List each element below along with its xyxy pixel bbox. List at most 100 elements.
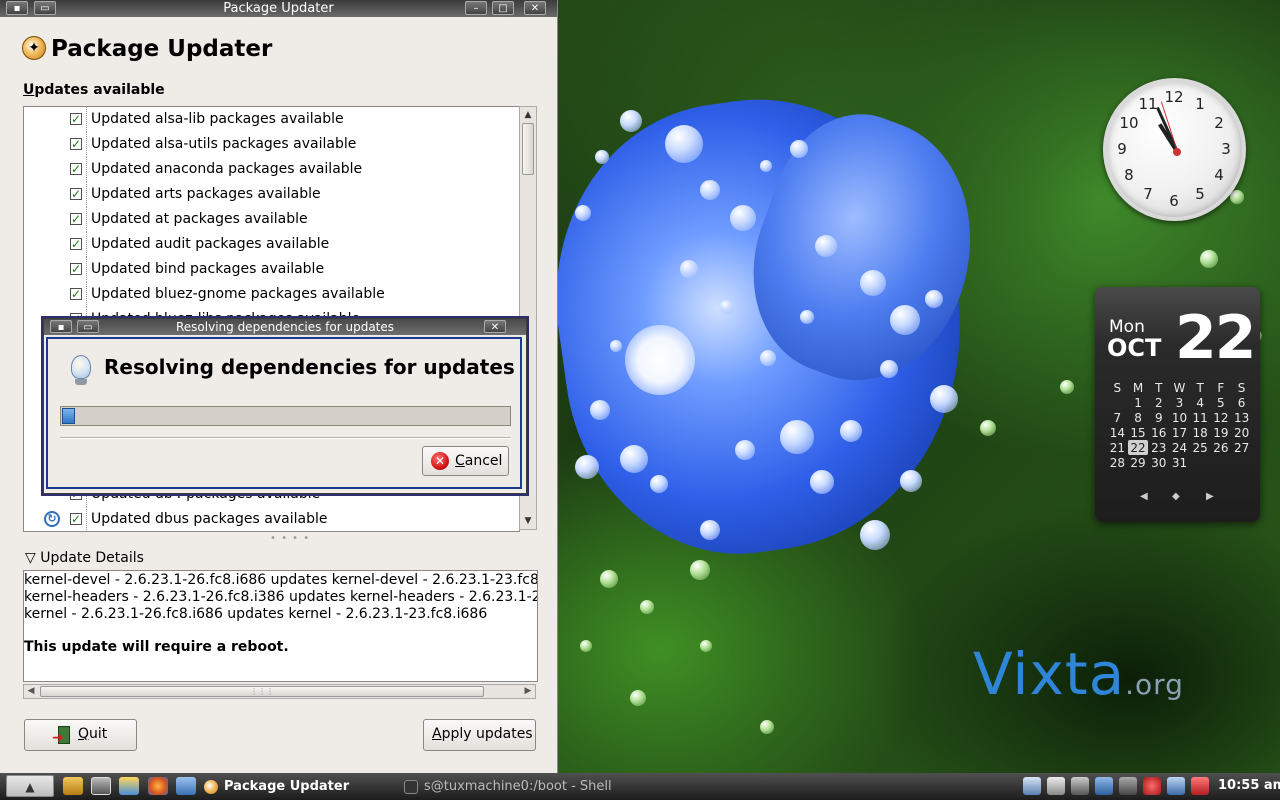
calendar-day[interactable]: 28 [1107,455,1128,470]
water-drop [575,205,591,221]
calendar-day[interactable]: 1 [1128,395,1149,410]
update-checkbox[interactable]: ✓ [70,513,82,525]
calendar-day[interactable]: 25 [1190,440,1211,455]
water-drop [760,350,776,366]
close-button[interactable]: ✕ [524,1,546,15]
scrollbar-thumb[interactable] [522,123,534,175]
window-menu-icon[interactable]: ▪ [50,320,72,333]
scroll-right-icon[interactable]: ▶ [521,685,535,698]
list-item[interactable]: ✓ Updated anaconda packages available [24,157,519,182]
update-checkbox[interactable]: ✓ [70,238,82,250]
maximize-button[interactable]: □ [492,1,514,15]
calendar-day[interactable]: 7 [1107,410,1128,425]
panel-clock[interactable]: 10:55 am [1218,778,1280,793]
calendar-day[interactable]: 3 [1169,395,1190,410]
quit-button[interactable]: ➜ Quit [24,719,137,751]
calendar-day[interactable]: 11 [1190,410,1211,425]
update-checkbox[interactable]: ✓ [70,163,82,175]
calendar-day [1107,395,1128,410]
calendar-day[interactable]: 15 [1128,425,1149,440]
calendar-day[interactable]: 13 [1231,410,1252,425]
clock-widget[interactable]: 12 1 2 3 4 5 6 7 8 9 10 11 [1103,78,1246,221]
list-item[interactable]: ✓ Updated bind packages available [24,257,519,282]
plug-tray-icon[interactable] [1119,777,1137,795]
task-shell[interactable]: s@tuxmachine0:/boot - Shell [404,776,612,797]
scroll-down-icon[interactable]: ▼ [521,514,535,528]
pane-resize-grip[interactable]: • • • • [270,533,310,544]
user-tray-icon[interactable] [1071,777,1089,795]
dialog-titlebar[interactable]: ▪ ▭ Resolving dependencies for updates ✕ [44,319,526,335]
display-tray-icon[interactable] [1023,777,1041,795]
calendar-day[interactable]: 30 [1148,455,1169,470]
update-checkbox[interactable]: ✓ [70,113,82,125]
calendar-day[interactable]: 4 [1190,395,1211,410]
scrollbar-thumb[interactable]: ⋮⋮⋮ [40,686,484,697]
scroll-left-icon[interactable]: ◀ [24,685,38,698]
details-horizontal-scrollbar[interactable]: ◀ ⋮⋮⋮ ▶ [23,684,536,699]
list-item[interactable]: ✓ Updated bluez-gnome packages available [24,282,519,307]
calendar-widget[interactable]: Mon OCT 22 S M T W T F S 1 2 3 4 5 6 7 8 9 10 11 12 13 14 15 1… [1095,287,1260,522]
list-item[interactable]: ↻ ✓ Updated dbus packages available [24,507,519,531]
calendar-day[interactable]: 9 [1148,410,1169,425]
calendar-day[interactable]: 19 [1211,425,1232,440]
list-item[interactable]: ✓ Updated arts packages available [24,182,519,207]
list-item[interactable]: ✓ Updated alsa-utils packages available [24,132,519,157]
calendar-day[interactable]: 23 [1148,440,1169,455]
window-titlebar[interactable]: ▪ ▭ Package Updater – □ ✕ [0,0,557,17]
calendar-today-icon[interactable]: ◆ [1172,491,1180,502]
calendar-day[interactable]: 17 [1169,425,1190,440]
terminal-launcher-icon[interactable] [91,777,111,795]
calendar-day[interactable]: 8 [1128,410,1149,425]
calendar-day[interactable]: 5 [1211,395,1232,410]
calendar-day[interactable]: 18 [1190,425,1211,440]
minimize-button[interactable]: – [465,1,487,15]
firefox-launcher-icon[interactable] [148,777,168,795]
calendar-day[interactable]: 12 [1211,410,1232,425]
update-alert-tray-icon[interactable] [1143,777,1161,795]
text-editor-launcher-icon[interactable] [63,777,83,795]
network-tray-icon[interactable] [1095,777,1113,795]
calendar-day[interactable]: 26 [1211,440,1232,455]
dialog-close-button[interactable]: ✕ [484,320,506,333]
calendar-day[interactable]: 31 [1169,455,1190,470]
update-checkbox[interactable]: ✓ [70,288,82,300]
update-checkbox[interactable]: ✓ [70,138,82,150]
calendar-next-icon[interactable]: ▶ [1206,491,1214,502]
calendar-day[interactable]: 21 [1107,440,1128,455]
calendar-prev-icon[interactable]: ◀ [1140,491,1148,502]
update-checkbox[interactable]: ✓ [70,263,82,275]
list-item[interactable]: ✓ Updated at packages available [24,207,519,232]
water-drop [930,385,958,413]
cancel-button[interactable]: ✕ Cancel [422,446,509,476]
scroll-up-icon[interactable]: ▲ [521,108,535,122]
calendar-day[interactable]: 2 [1148,395,1169,410]
water-drop [860,270,886,296]
calendar-day[interactable]: 10 [1169,410,1190,425]
task-package-updater[interactable]: Package Updater [204,776,349,797]
calendar-day[interactable]: 6 [1231,395,1252,410]
monitor-tray-icon[interactable] [1167,777,1185,795]
update-checkbox[interactable]: ✓ [70,213,82,225]
main-menu-button[interactable]: ▲ [6,775,54,797]
update-checkbox[interactable]: ✓ [70,188,82,200]
file-manager-launcher-icon[interactable] [176,777,196,795]
calendar-day[interactable]: 27 [1231,440,1252,455]
window-shade-icon[interactable]: ▭ [77,320,99,333]
calendar-day[interactable]: 29 [1128,455,1149,470]
update-details-text[interactable]: kernel-devel - 2.6.23.1-26.fc8.i686 upda… [23,570,538,682]
clock-number: 1 [1195,94,1205,113]
update-details-expander[interactable]: ▽ Update Details [25,550,144,566]
window-menu-icon[interactable]: ▪ [6,1,28,15]
list-item[interactable]: ✓ Updated audit packages available [24,232,519,257]
disconnected-tray-icon[interactable] [1191,777,1209,795]
window-shade-icon[interactable]: ▭ [34,1,56,15]
list-item[interactable]: ✓ Updated alsa-lib packages available [24,107,519,132]
tool-tray-icon[interactable] [1047,777,1065,795]
calendar-day[interactable]: 14 [1107,425,1128,440]
apply-updates-button[interactable]: Apply updates [423,719,536,751]
network-tools-launcher-icon[interactable] [119,777,139,795]
calendar-day[interactable]: 24 [1169,440,1190,455]
calendar-day[interactable]: 22 [1127,440,1149,455]
calendar-day[interactable]: 20 [1231,425,1252,440]
calendar-day[interactable]: 16 [1148,425,1169,440]
